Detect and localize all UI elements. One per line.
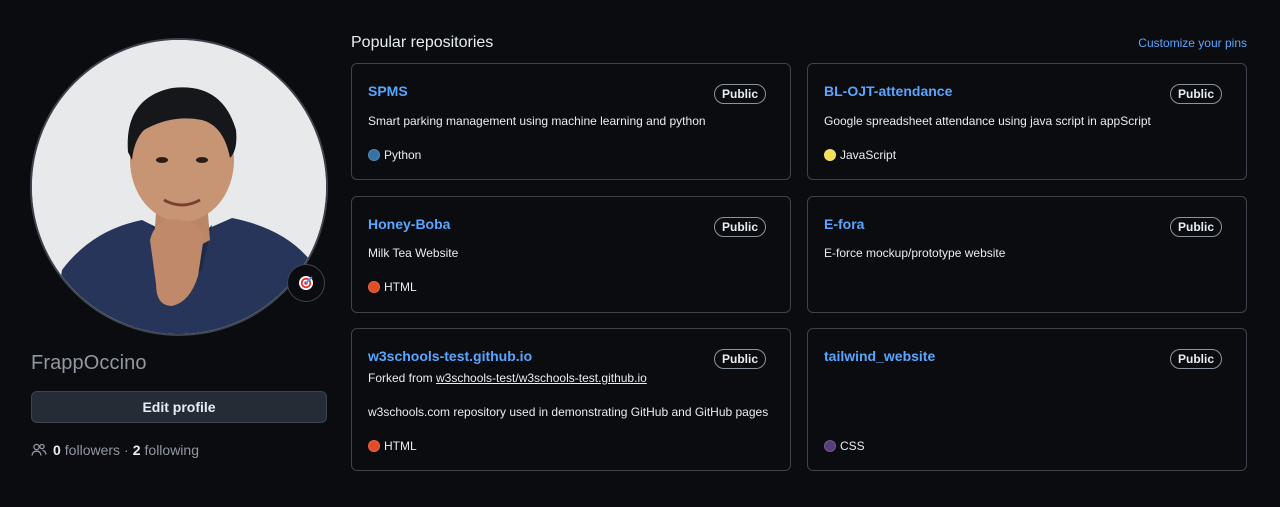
visibility-badge: Public — [1169, 84, 1222, 104]
visibility-badge: Public — [713, 349, 766, 369]
language-name: Python — [384, 148, 422, 162]
follow-separator: · — [124, 442, 129, 458]
followers-link[interactable]: 0 followers — [53, 442, 120, 458]
repo-description: Smart parking management using machine l… — [368, 114, 706, 128]
people-icon — [31, 442, 47, 458]
repo-card: tailwind_website Public CSS — [807, 328, 1247, 471]
repo-name-link[interactable]: Honey-Boba — [368, 216, 450, 232]
follow-stats: 0 followers · 2 following — [31, 442, 199, 458]
language-name: CSS — [840, 439, 865, 453]
repo-card: E-fora Public E-force mockup/prototype w… — [807, 196, 1247, 313]
forked-prefix: Forked from — [368, 371, 437, 385]
language-name: JavaScript — [840, 148, 897, 162]
repo-name-link[interactable]: BL-OJT-attendance — [824, 83, 952, 99]
repo-language: HTML — [368, 280, 417, 294]
repo-description: Google spreadsheet attendance using java… — [824, 114, 1151, 128]
visibility-badge: Public — [713, 217, 766, 237]
visibility-badge: Public — [713, 84, 766, 104]
customize-pins-link[interactable]: Customize your pins — [1138, 36, 1247, 50]
visibility-badge: Public — [1169, 349, 1222, 369]
language-color-dot — [824, 440, 836, 452]
followers-label: followers — [64, 442, 121, 458]
profile-username: FrappOccino — [31, 352, 147, 374]
repo-name-link[interactable]: tailwind_website — [824, 348, 935, 364]
visibility-badge: Public — [1169, 217, 1222, 237]
repo-card: SPMS Public Smart parking management usi… — [351, 63, 791, 180]
edit-profile-button[interactable]: Edit profile — [31, 391, 327, 423]
avatar[interactable] — [30, 38, 328, 336]
forked-source-link[interactable]: w3schools-test/w3schools-test.github.io — [436, 371, 647, 385]
repo-description: w3schools.com repository used in demonst… — [368, 405, 769, 419]
repo-language: Python — [368, 148, 421, 162]
repo-card: BL-OJT-attendance Public Google spreadsh… — [807, 63, 1247, 180]
followers-count: 0 — [53, 442, 61, 458]
avatar-container — [30, 38, 328, 336]
repo-card: w3schools-test.github.io Public Forked f… — [351, 328, 791, 471]
following-label: following — [144, 442, 199, 458]
repo-name-link[interactable]: E-fora — [824, 216, 864, 232]
avatar-photo — [32, 40, 326, 334]
language-name: HTML — [384, 280, 417, 294]
repo-description: Milk Tea Website — [368, 246, 459, 260]
repo-description: E-force mockup/prototype website — [824, 246, 1006, 260]
following-count: 2 — [132, 442, 141, 458]
language-color-dot — [368, 281, 380, 293]
repo-name-link[interactable]: SPMS — [368, 83, 408, 99]
repo-language: HTML — [368, 439, 417, 453]
language-color-dot — [368, 149, 380, 161]
set-status-button[interactable] — [287, 264, 325, 302]
language-color-dot — [368, 440, 380, 452]
target-emoji-icon — [299, 276, 313, 290]
repo-name-link[interactable]: w3schools-test.github.io — [368, 348, 532, 364]
repo-card: Honey-Boba Public Milk Tea Website HTML — [351, 196, 791, 313]
repo-language: CSS — [824, 439, 865, 453]
popular-repositories-heading: Popular repositories — [351, 34, 494, 51]
repo-language: JavaScript — [824, 148, 896, 162]
forked-from: Forked from w3schools-test/w3schools-tes… — [368, 371, 647, 385]
language-name: HTML — [384, 439, 417, 453]
language-color-dot — [824, 149, 836, 161]
following-link[interactable]: 2 following — [133, 442, 199, 458]
